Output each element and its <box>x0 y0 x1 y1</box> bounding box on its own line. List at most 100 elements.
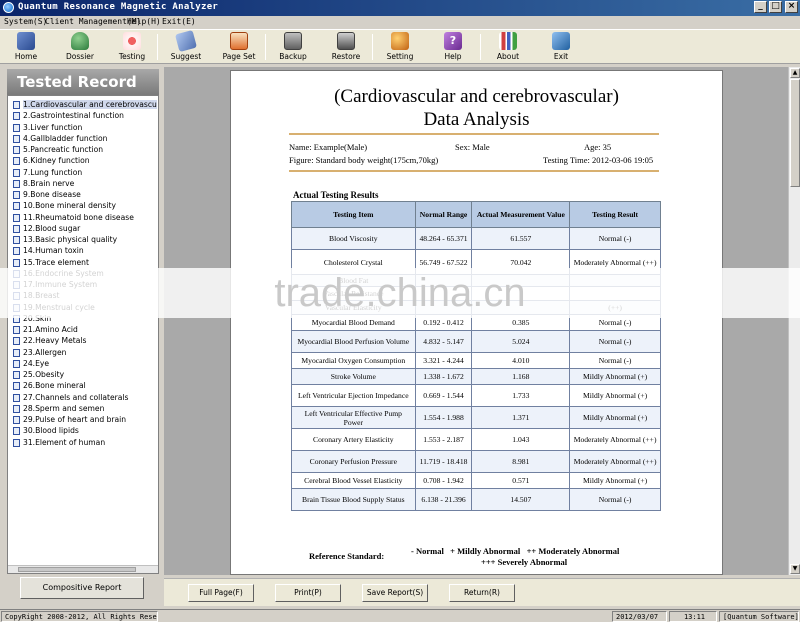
help-button[interactable]: ? Help <box>431 31 475 64</box>
tree-item-label: 11.Rheumatoid bone disease <box>23 212 134 222</box>
save-report-button[interactable]: Save Report(S) <box>362 584 428 602</box>
scrollbar-thumb[interactable] <box>790 79 800 187</box>
about-button[interactable]: About <box>486 31 530 64</box>
full-page-button[interactable]: Full Page(F) <box>188 584 254 602</box>
backup-button[interactable]: Backup <box>271 31 315 64</box>
cell-normal-range: 48.264 - 65.371 <box>414 227 473 250</box>
tree-item[interactable]: 8.Brain nerve <box>13 178 158 189</box>
tree-item[interactable]: 9.Bone disease <box>13 189 158 200</box>
cell-testing-result: Mildly Abnormal (+) <box>569 384 661 407</box>
tree-item-label: 25.Obesity <box>23 370 65 379</box>
cell-testing-item: Coronary Artery Elasticity <box>291 428 416 451</box>
tree-item[interactable]: 26.Bone mineral <box>13 380 158 391</box>
tree-item[interactable]: 23.Allergen <box>13 347 158 358</box>
title-bar: Quantum Resonance Magnetic Analyzer _ □ … <box>0 0 800 16</box>
patient-age: Age: 35 <box>584 142 612 152</box>
toolbar: Home Dossier Testing Suggest Page Set Ba… <box>0 29 800 64</box>
document-icon <box>13 382 20 391</box>
report-vertical-scrollbar[interactable]: ▲ ▼ <box>788 67 800 575</box>
tested-record-panel: Tested Record 1.Cardiovascular and cereb… <box>4 67 160 604</box>
cell-normal-range: 3.321 - 4.244 <box>414 352 473 369</box>
tree-item[interactable]: 11.Rheumatoid bone disease <box>13 212 158 223</box>
dossier-button[interactable]: Dossier <box>58 31 102 64</box>
compositive-report-button[interactable]: Compositive Report <box>20 577 144 599</box>
tree-item[interactable]: 10.Bone mineral density <box>13 200 158 211</box>
tree-item[interactable]: 13.Basic physical quality <box>13 234 158 245</box>
cell-testing-result: Normal (-) <box>569 488 661 511</box>
status-date: 2012/03/07 <box>612 611 667 622</box>
menu-system[interactable]: System(S) <box>4 17 47 26</box>
tree-item[interactable]: 21.Amino Acid <box>13 324 158 335</box>
tree-item-label: 7.Lung function <box>23 167 83 177</box>
tree-item[interactable]: 4.Gallbladder function <box>13 133 158 144</box>
tree-item[interactable]: 3.Liver function <box>13 122 158 133</box>
watermark: trade.china.cn <box>274 271 526 315</box>
cell-testing-item: Coronary Perfusion Pressure <box>291 450 416 473</box>
tree-item-label: 8.Brain nerve <box>23 178 75 188</box>
header-rule-bottom <box>289 170 659 172</box>
cell-actual-value: 1.371 <box>471 406 571 429</box>
tree-item[interactable]: 7.Lung function <box>13 167 158 178</box>
tree-item[interactable]: 25.Obesity <box>13 369 158 380</box>
cell-normal-range: 1.553 - 2.187 <box>414 428 473 451</box>
tree-item[interactable]: 1.Cardiovascular and cerebrovascu <box>13 99 158 110</box>
document-icon <box>13 393 20 402</box>
minimize-button[interactable]: _ <box>754 1 767 13</box>
scroll-up-icon[interactable]: ▲ <box>790 68 800 78</box>
cell-testing-result: Normal (-) <box>569 227 661 250</box>
page-set-button[interactable]: Page Set <box>217 31 261 64</box>
print-button[interactable]: Print(P) <box>275 584 341 602</box>
tree-item[interactable]: 27.Channels and collaterals <box>13 392 158 403</box>
setting-button[interactable]: Setting <box>378 31 422 64</box>
exit-button[interactable]: Exit <box>539 31 583 64</box>
cell-testing-result: Mildly Abnormal (+) <box>569 368 661 385</box>
restore-button[interactable]: Restore <box>324 31 368 64</box>
document-icon <box>13 146 20 154</box>
result-row: Cerebral Blood Vessel Elasticity 0.708 - … <box>291 472 661 489</box>
tree-item-label: 4.Gallbladder function <box>23 133 108 143</box>
cell-testing-item: Left Ventricular Ejection Impedance <box>291 384 416 407</box>
result-row: Brain Tissue Blood Supply Status 6.138 - … <box>291 488 661 511</box>
testing-time: Testing Time: 2012-03-06 19:05 <box>543 155 654 165</box>
patient-figure: Figure: Standard body weight(175cm,70kg) <box>289 155 439 165</box>
report-title-line1: (Cardiovascular and cerebrovascular) <box>334 86 619 107</box>
document-icon <box>13 326 20 334</box>
document-icon <box>13 337 20 346</box>
testing-button[interactable]: Testing <box>110 31 154 64</box>
tree-item-label: 5.Pancreatic function <box>23 145 104 154</box>
document-icon <box>13 191 20 199</box>
tree-item[interactable]: 2.Gastrointestinal function <box>13 110 158 121</box>
tree-item[interactable]: 15.Trace element <box>13 257 158 268</box>
close-button[interactable]: × <box>785 1 798 13</box>
tree-item[interactable]: 29.Pulse of heart and brain <box>13 414 158 425</box>
backup-icon <box>284 32 302 50</box>
tree-item[interactable]: 5.Pancreatic function <box>13 144 158 155</box>
document-icon <box>13 236 20 244</box>
dossier-icon <box>71 32 89 50</box>
suggest-button[interactable]: Suggest <box>164 29 208 64</box>
tree-item[interactable]: 14.Human toxin <box>13 245 158 256</box>
tree-item[interactable]: 22.Heavy Metals <box>13 335 158 346</box>
cell-actual-value: 14.507 <box>471 488 571 511</box>
tree-item[interactable]: 6.Kidney function <box>13 155 158 166</box>
tree-item-label: 30.Blood lipids <box>23 426 79 436</box>
results-header-row: Testing Item Normal Range Actual Measure… <box>291 201 661 228</box>
scrollbar-thumb[interactable] <box>18 567 136 572</box>
menu-exit[interactable]: Exit(E) <box>162 17 196 26</box>
scroll-down-icon[interactable]: ▼ <box>790 564 800 574</box>
tree-item[interactable]: 30.Blood lipids <box>13 425 158 436</box>
tree-item-label: 27.Channels and collaterals <box>23 392 129 402</box>
tree-item[interactable]: 31.Element of human <box>13 437 158 448</box>
cell-testing-result: Mildly Abnormal (+) <box>569 406 661 429</box>
tree-horizontal-scrollbar[interactable] <box>8 565 158 573</box>
home-button[interactable]: Home <box>4 31 48 64</box>
return-button[interactable]: Return(R) <box>449 584 515 602</box>
tree-item[interactable]: 12.Blood sugar <box>13 223 158 234</box>
tree-item[interactable]: 28.Sperm and semen <box>13 403 158 414</box>
tree-item[interactable]: 24.Eye <box>13 358 158 369</box>
cell-actual-value: 0.571 <box>471 472 571 489</box>
results-table: Testing Item Normal Range Actual Measure… <box>291 201 661 511</box>
maximize-button[interactable]: □ <box>769 1 782 13</box>
document-icon <box>13 348 20 357</box>
menu-help[interactable]: Help(H) <box>127 17 161 26</box>
